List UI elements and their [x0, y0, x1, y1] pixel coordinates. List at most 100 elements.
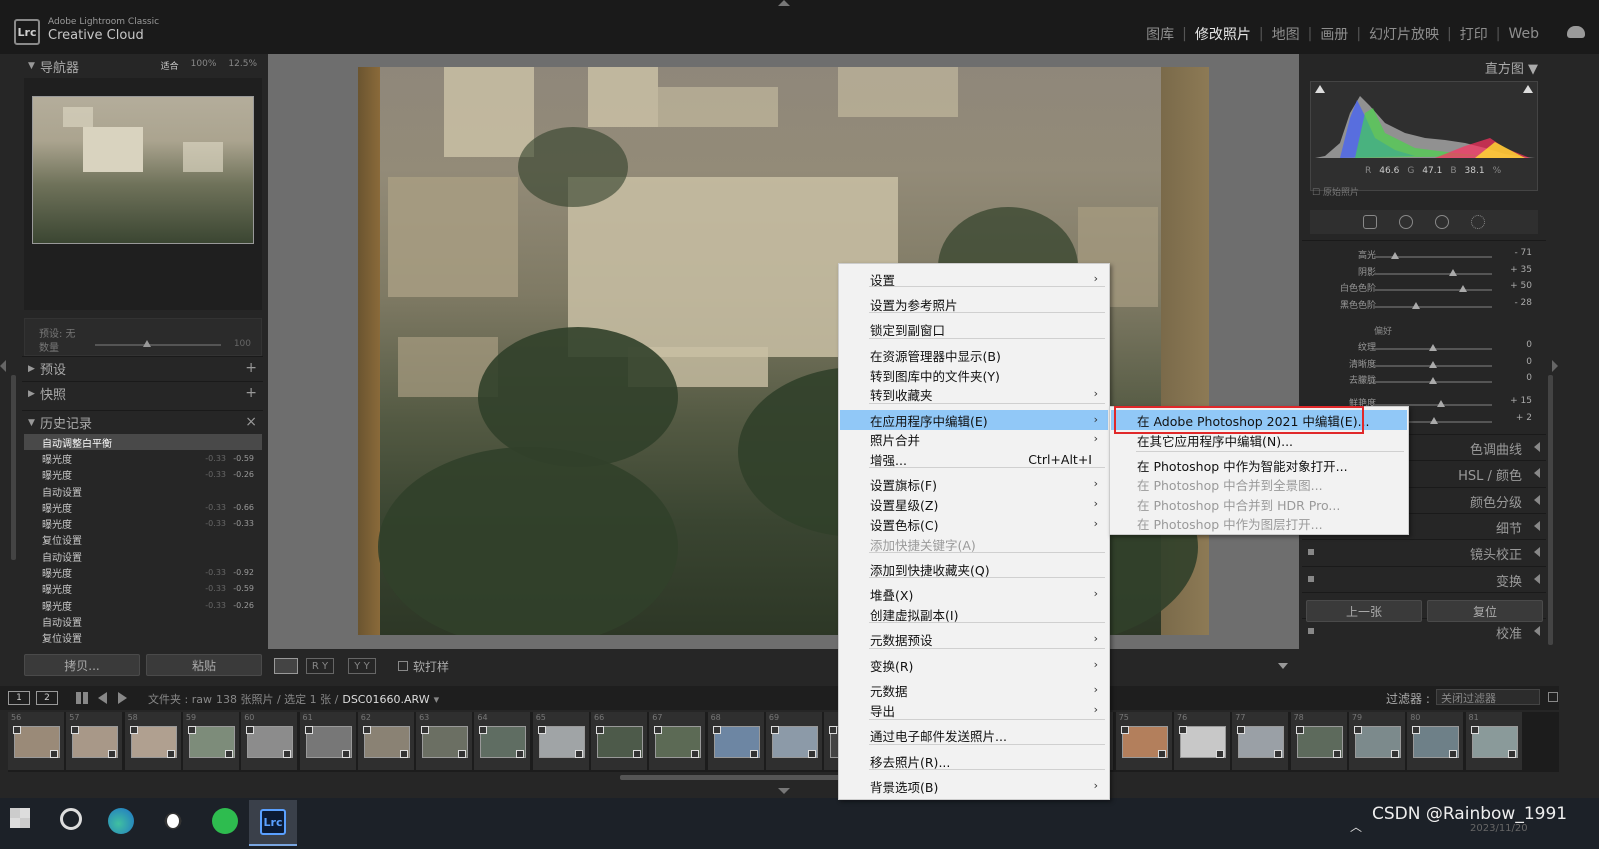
- context-menu-item[interactable]: 背景选项(B) ›: [840, 776, 1108, 796]
- history-item[interactable]: 曝光度 -0.33 -0.66: [24, 499, 262, 515]
- filmstrip-thumbnail[interactable]: 63: [416, 712, 473, 770]
- back-arrow-icon[interactable]: [98, 692, 107, 704]
- search-icon[interactable]: [60, 808, 82, 830]
- highlight-clipping-icon[interactable]: [1523, 85, 1533, 93]
- slider-track[interactable]: [1374, 305, 1492, 308]
- context-menu-item[interactable]: 增强... Ctrl+Alt+I: [840, 449, 1108, 469]
- secondary-display-button[interactable]: 2: [36, 691, 58, 705]
- histogram-title[interactable]: 直方图 ▼: [1485, 58, 1538, 77]
- filmstrip-thumbnail[interactable]: 81: [1465, 712, 1522, 770]
- slider-value[interactable]: - 28: [1514, 298, 1532, 308]
- filmstrip-thumbnail[interactable]: 80: [1407, 712, 1464, 770]
- slider-value[interactable]: - 71: [1514, 248, 1532, 258]
- copy-settings-button[interactable]: 拷贝...: [24, 654, 140, 676]
- filmstrip-thumbnail[interactable]: 61: [299, 712, 356, 770]
- add-preset-icon[interactable]: +: [245, 360, 257, 376]
- windows-start-icon[interactable]: [10, 808, 30, 828]
- filmstrip-thumbnail[interactable]: 76: [1174, 712, 1230, 770]
- module-tab[interactable]: 图库: [1138, 24, 1182, 44]
- module-tab[interactable]: 打印: [1452, 24, 1496, 44]
- slider-knob[interactable]: [1429, 344, 1437, 351]
- slider-value[interactable]: + 15: [1510, 396, 1532, 406]
- history-item[interactable]: 自动设置: [24, 548, 262, 564]
- filmstrip-source[interactable]: 文件夹 : raw 138 张照片 / 选定 1 张 / DSC01660.AR…: [148, 691, 439, 707]
- cloud-sync-icon[interactable]: [1567, 26, 1585, 38]
- context-menu-item[interactable]: 转到收藏夹 ›: [840, 384, 1108, 404]
- left-scrollbar[interactable]: [11, 375, 16, 560]
- context-menu-item[interactable]: 设置星级(Z) ›: [840, 494, 1108, 514]
- masking-icon[interactable]: [1471, 215, 1485, 229]
- primary-display-button[interactable]: 1: [8, 691, 30, 705]
- add-snapshot-icon[interactable]: +: [245, 385, 257, 401]
- context-menu-item[interactable]: 添加到快捷收藏夹(Q): [840, 559, 1108, 579]
- context-menu-item[interactable]: 堆叠(X) ›: [840, 584, 1108, 604]
- module-tab[interactable]: 修改照片: [1187, 24, 1259, 44]
- filmstrip-thumbnail[interactable]: 66: [591, 712, 647, 770]
- filmstrip-scrollbar[interactable]: [620, 775, 840, 780]
- slider-knob[interactable]: [1437, 400, 1446, 407]
- qq-icon[interactable]: [160, 808, 186, 834]
- module-tab[interactable]: 地图: [1264, 24, 1308, 44]
- shadow-clipping-icon[interactable]: [1315, 85, 1325, 93]
- slider-value[interactable]: + 2: [1516, 413, 1532, 423]
- history-item[interactable]: 曝光度 -0.33 -0.26: [24, 467, 262, 483]
- slider-knob[interactable]: [1429, 377, 1437, 384]
- slider-knob[interactable]: [1430, 416, 1439, 424]
- filmstrip-thumbnail[interactable]: 57: [66, 712, 123, 770]
- slider-knob[interactable]: [1449, 268, 1458, 276]
- presets-header[interactable]: ▶ 预设 +: [22, 356, 263, 380]
- before-after-lr-button[interactable]: R Y: [306, 658, 334, 674]
- filmstrip-thumbnail[interactable]: 58: [124, 712, 181, 770]
- edge-browser-icon[interactable]: [108, 808, 134, 834]
- context-menu-item[interactable]: 通过电子邮件发送照片...: [840, 725, 1108, 745]
- filmstrip-thumbnail[interactable]: 64: [474, 712, 531, 770]
- history-item[interactable]: 曝光度 -0.33 -0.59: [24, 581, 262, 597]
- context-menu-item[interactable]: 设置为参考照片: [840, 294, 1108, 314]
- amount-slider-track[interactable]: [95, 344, 221, 346]
- slider-knob[interactable]: [1412, 301, 1421, 309]
- filmstrip-thumbnail[interactable]: 59: [182, 712, 239, 770]
- before-after-tb-button[interactable]: Y Y: [348, 658, 376, 674]
- zoom-custom[interactable]: 12.5%: [228, 59, 257, 72]
- context-menu-item[interactable]: 锁定到副窗口: [840, 319, 1108, 339]
- amount-slider-knob[interactable]: [143, 340, 151, 347]
- context-menu-item[interactable]: 设置旗标(F) ›: [840, 474, 1108, 494]
- slider-value[interactable]: 0: [1526, 357, 1532, 367]
- history-item[interactable]: 曝光度 -0.33 -0.33: [24, 515, 262, 531]
- filmstrip-thumbnail[interactable]: 60: [241, 712, 298, 770]
- panel-section-header[interactable]: 变换: [1302, 565, 1546, 590]
- slider-value[interactable]: 0: [1526, 340, 1532, 350]
- left-panel-toggle[interactable]: [0, 360, 6, 372]
- module-tab[interactable]: Web: [1500, 26, 1547, 42]
- panel-switch-icon[interactable]: [1308, 549, 1314, 556]
- lightroom-taskbar-button[interactable]: Lrc: [249, 800, 297, 846]
- right-scrollbar[interactable]: [1548, 375, 1553, 645]
- filmstrip-thumbnail[interactable]: 56: [8, 712, 64, 770]
- filmstrip-thumbnail[interactable]: 62: [357, 712, 414, 770]
- history-item[interactable]: 自动调整白平衡: [24, 434, 262, 451]
- context-menu-item[interactable]: 变换(R) ›: [840, 655, 1108, 675]
- filmstrip-thumbnail[interactable]: 68: [707, 712, 764, 770]
- panel-switch-icon[interactable]: [1308, 575, 1314, 582]
- filter-dropdown[interactable]: 关闭过滤器: [1436, 689, 1540, 705]
- tray-caret-icon[interactable]: ︿: [1350, 818, 1362, 835]
- history-header[interactable]: ▼ 历史记录 ×: [22, 410, 263, 434]
- module-tab[interactable]: 画册: [1312, 24, 1356, 44]
- history-item[interactable]: 曝光度 -0.33 -0.59: [24, 450, 262, 466]
- context-menu-item[interactable]: 元数据 ›: [840, 680, 1108, 700]
- forward-arrow-icon[interactable]: [118, 692, 127, 704]
- soft-proof-checkbox[interactable]: [398, 661, 408, 671]
- slider-value[interactable]: + 35: [1510, 265, 1532, 275]
- history-item[interactable]: 曝光度 -0.33 -0.26: [24, 597, 262, 613]
- history-item[interactable]: 自动设置: [24, 483, 262, 499]
- navigator-thumbnail[interactable]: [32, 96, 254, 244]
- collapse-bottom-arrow-icon[interactable]: [778, 788, 790, 794]
- slider-track[interactable]: [1374, 272, 1492, 275]
- context-menu-item[interactable]: 导出 ›: [840, 700, 1108, 720]
- wechat-icon[interactable]: [212, 808, 238, 834]
- navigator-header[interactable]: ▼ 导航器 适合 100% 12.5%: [22, 54, 263, 78]
- filmstrip-thumbnail[interactable]: 79: [1348, 712, 1405, 770]
- history-item[interactable]: 复位设置: [24, 532, 262, 548]
- collapse-top-arrow-icon[interactable]: [778, 0, 790, 6]
- slider-value[interactable]: + 50: [1510, 281, 1532, 291]
